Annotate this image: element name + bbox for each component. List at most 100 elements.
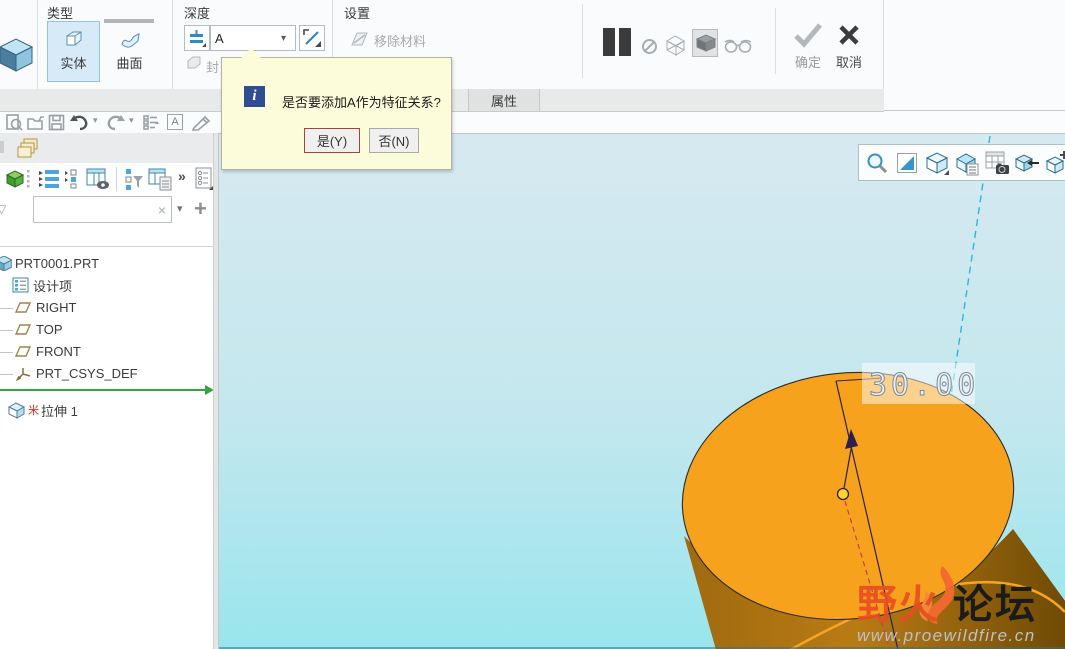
tree-root-row[interactable]: PRT0001.PRT bbox=[0, 252, 99, 274]
remove-material-label: 移除材料 bbox=[374, 34, 427, 49]
properties-tab-label: 属性 bbox=[490, 93, 517, 109]
tree-item-pending-extrude[interactable]: 米 拉伸 1 bbox=[7, 399, 78, 421]
attached-preview-toggle[interactable] bbox=[692, 29, 718, 57]
redo-icon[interactable] bbox=[106, 114, 126, 131]
balloon-pointer bbox=[241, 48, 261, 58]
no-preview-icon[interactable] bbox=[641, 38, 658, 55]
surface-type-label: 曲面 bbox=[116, 56, 143, 71]
yes-button-label: 是(Y) bbox=[316, 134, 348, 149]
creo-window: 类型 实体 曲面 深度 A ▾ 封 设置 移除材料 确定 取消 属性 ▾ ▾ A… bbox=[0, 0, 1065, 649]
datum-plane-icon bbox=[15, 345, 32, 357]
tree-search-input[interactable] bbox=[34, 201, 153, 218]
open-folder-icon[interactable] bbox=[26, 114, 45, 131]
tree-filter-icon[interactable] bbox=[124, 168, 144, 191]
search-dropdown-icon[interactable]: ▾ bbox=[177, 202, 183, 215]
tree-expand-icon[interactable] bbox=[38, 169, 60, 189]
wireframe-preview-icon[interactable] bbox=[663, 33, 688, 58]
tree-item-label: PRT_CSYS_DEF bbox=[36, 365, 138, 381]
view-changes-icon[interactable] bbox=[5, 114, 23, 131]
regen-required-marker: 米 bbox=[28, 405, 39, 417]
pause-icon bbox=[603, 28, 615, 56]
show-green-cube-icon[interactable] bbox=[5, 169, 25, 189]
tree-item-csys[interactable]: — PRT_CSYS_DEF bbox=[0, 362, 138, 384]
tree-columns-eye-icon[interactable] bbox=[86, 168, 111, 191]
tree-item-label: TOP bbox=[36, 321, 63, 337]
tree-root-label: PRT0001.PRT bbox=[15, 255, 100, 271]
pause-button[interactable] bbox=[601, 27, 633, 57]
zoom-tool-button[interactable] bbox=[864, 149, 890, 176]
redo-dropdown-icon[interactable]: ▾ bbox=[129, 115, 134, 126]
model-tree-folders-icon[interactable] bbox=[15, 137, 41, 160]
section-view-button[interactable] bbox=[1014, 149, 1040, 176]
depth-value-input[interactable] bbox=[211, 29, 281, 47]
tree-item-top-plane[interactable]: — TOP bbox=[0, 318, 63, 340]
solid-cube-icon bbox=[66, 31, 81, 46]
named-views-button[interactable] bbox=[924, 149, 950, 176]
annotation-a-icon[interactable]: A bbox=[167, 114, 183, 130]
magnifier-icon bbox=[867, 153, 888, 173]
tree-item-label: 设计项 bbox=[33, 278, 73, 294]
ribbon-dashboard: 类型 实体 曲面 深度 A ▾ 封 设置 移除材料 确定 取消 bbox=[0, 0, 1065, 111]
tree-item-design-items[interactable]: 设计项 bbox=[12, 274, 72, 296]
collapse-triangle-icon[interactable]: ▽ bbox=[0, 202, 6, 216]
display-style-button[interactable] bbox=[954, 149, 980, 176]
flip-direction-button[interactable] bbox=[299, 25, 325, 51]
tree-options-doc-icon[interactable] bbox=[194, 167, 214, 191]
save-icon[interactable] bbox=[48, 114, 65, 131]
tree-item-label: 拉伸 1 bbox=[41, 403, 78, 419]
perspective-button[interactable] bbox=[984, 149, 1010, 176]
blind-depth-icon bbox=[190, 30, 206, 47]
tree-settings-icon[interactable] bbox=[64, 169, 82, 189]
verify-glasses-icon[interactable] bbox=[724, 38, 752, 54]
graphics-area[interactable]: 30.00 野火 论坛 www.proewildfire.cn bbox=[219, 133, 1065, 649]
surface-icon bbox=[120, 33, 140, 48]
navigator-panel: » ▽ × ▾ + PRT0001.PRT 设计项 — RIGHT — TOP … bbox=[0, 133, 214, 649]
watermark-suffix: 论坛 bbox=[953, 583, 1037, 627]
yes-button[interactable]: 是(Y) bbox=[304, 128, 360, 153]
solid-type-button[interactable]: 实体 bbox=[47, 21, 100, 82]
quick-access-toolbar: ▾ ▾ A bbox=[0, 112, 1065, 133]
tree-item-right-plane[interactable]: — RIGHT bbox=[0, 296, 76, 318]
datum-plane-icon bbox=[15, 323, 32, 335]
graphics-view-toolbar bbox=[858, 144, 1065, 181]
annotations-button[interactable] bbox=[1044, 149, 1065, 176]
clear-search-icon[interactable]: × bbox=[153, 202, 171, 218]
cube-arrow-icon bbox=[1014, 153, 1039, 172]
solid-type-label: 实体 bbox=[60, 56, 87, 71]
info-icon: i bbox=[244, 86, 265, 107]
flip-arrows-icon bbox=[303, 29, 321, 47]
capped-ends-label: 封 bbox=[206, 60, 220, 75]
undo-icon[interactable] bbox=[69, 114, 89, 131]
ok-button[interactable]: 确定 bbox=[787, 22, 829, 71]
check-icon bbox=[794, 23, 822, 48]
tree-clipboard-icon[interactable] bbox=[148, 168, 173, 191]
watermark: 野火 论坛 www.proewildfire.cn bbox=[857, 566, 1065, 646]
depth-option-button[interactable] bbox=[184, 25, 210, 51]
tree-item-label: RIGHT bbox=[36, 299, 77, 315]
dimension-drag-handle bbox=[836, 487, 850, 501]
shaded-preview-icon bbox=[695, 34, 717, 52]
views-cube-icon bbox=[925, 151, 949, 175]
part-icon bbox=[0, 255, 12, 271]
regenerate-icon[interactable] bbox=[142, 114, 161, 131]
tree-item-front-plane[interactable]: — FRONT bbox=[0, 340, 81, 362]
cube-plus-icon bbox=[1045, 150, 1065, 174]
extrude-feature-icon bbox=[0, 38, 34, 72]
appearance-pencil-icon[interactable] bbox=[191, 114, 213, 131]
type-group-label: 类型 bbox=[47, 6, 74, 21]
csys-icon bbox=[15, 367, 31, 381]
toolbar-overflow-chevrons[interactable]: » bbox=[178, 168, 186, 184]
cancel-button[interactable]: 取消 bbox=[828, 22, 870, 71]
depth-dropdown-arrow-icon[interactable]: ▾ bbox=[281, 33, 286, 44]
insert-indicator-line[interactable] bbox=[0, 389, 205, 391]
ok-label: 确定 bbox=[794, 55, 821, 70]
refit-button[interactable] bbox=[894, 149, 920, 176]
no-button[interactable]: 否(N) bbox=[369, 128, 419, 153]
undo-dropdown-icon[interactable]: ▾ bbox=[93, 115, 98, 126]
tab-properties[interactable]: 属性 bbox=[468, 89, 540, 111]
model-tree-toolbar: » bbox=[0, 163, 213, 196]
surface-type-button[interactable]: 曲面 bbox=[103, 21, 156, 82]
add-filter-icon[interactable]: + bbox=[194, 196, 207, 222]
tree-search-box: × bbox=[33, 196, 172, 223]
feature-relation-prompt: i 是否要添加A作为特征关系? 是(Y) 否(N) bbox=[221, 48, 452, 170]
